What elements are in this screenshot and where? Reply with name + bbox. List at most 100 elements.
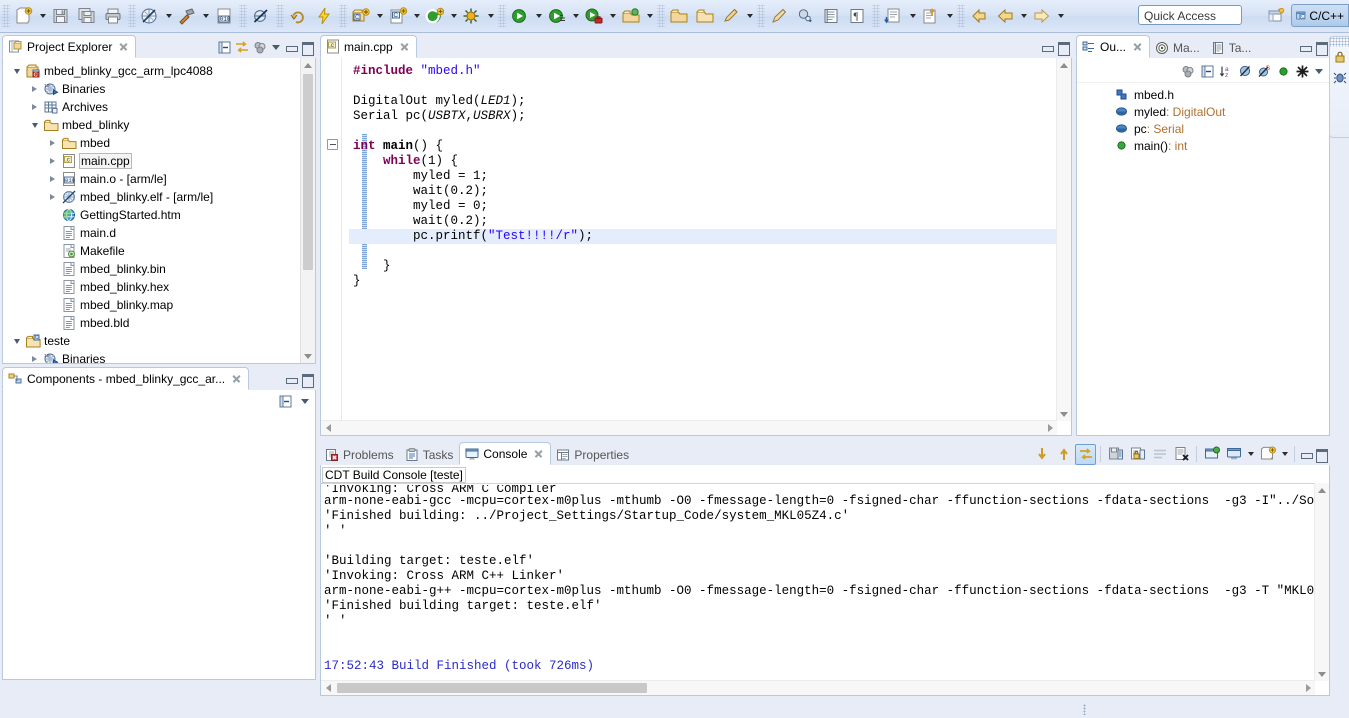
tab-components[interactable]: Components - mbed_blinky_gcc_ar... [2, 367, 250, 390]
wrap-lines-icon[interactable] [1149, 444, 1170, 465]
minimize-icon[interactable] [284, 372, 298, 386]
outline-item[interactable]: main() : int [1077, 137, 1329, 154]
code-line[interactable]: wait(0.2); [349, 214, 1057, 229]
tree-twisty[interactable] [45, 153, 60, 169]
fast-view-grip-icon[interactable] [1077, 702, 1091, 716]
book-icon[interactable] [818, 3, 844, 29]
outline-list[interactable]: mbed.h myled : DigitalOut pc : Serial main(… [1077, 83, 1329, 154]
tree-twisty[interactable] [45, 135, 60, 151]
project-tree[interactable]: Cmbed_blinky_gcc_arm_lpc4088 10 Binaries Ar… [3, 58, 315, 363]
new-file-icon-dropdown[interactable] [37, 4, 48, 28]
new-c-folder-icon[interactable]: C [385, 3, 411, 29]
new-console-icon[interactable] [1257, 444, 1278, 465]
tree-twisty[interactable] [45, 189, 60, 205]
perspective-cpp-button[interactable]: C C/C++ [1291, 4, 1349, 27]
sort-alpha-icon[interactable]: a z [1218, 63, 1234, 79]
toolbar-grip[interactable] [239, 5, 247, 27]
tab-main-cpp[interactable]: .c main.cpp [320, 35, 417, 58]
minimize-icon[interactable] [1298, 40, 1312, 54]
hammer-build-icon[interactable] [174, 3, 200, 29]
tree-item[interactable]: 010 main.o - [arm/le] [3, 170, 315, 188]
binary-icon[interactable]: 010 [211, 3, 237, 29]
code-line[interactable]: myled = 0; [349, 199, 1057, 214]
paragraph-icon[interactable]: ¶ [844, 3, 870, 29]
tab-console[interactable]: Console [459, 442, 552, 465]
new-c-project-icon-dropdown[interactable] [374, 4, 385, 28]
tree-twisty[interactable] [27, 81, 42, 97]
toolbar-grip[interactable] [276, 5, 284, 27]
tree-twisty[interactable] [45, 315, 60, 331]
collapse-all-icon[interactable] [277, 393, 293, 409]
code-line[interactable] [349, 124, 1057, 139]
code-line[interactable]: while(1) { [349, 154, 1057, 169]
save-console-icon[interactable] [1105, 444, 1126, 465]
code-line[interactable]: } [349, 274, 1057, 289]
clear-console-icon[interactable] [1171, 444, 1192, 465]
console-vertical-scrollbar[interactable] [1314, 483, 1329, 681]
new-class-icon[interactable] [459, 3, 485, 29]
scrollbar-thumb[interactable] [303, 74, 313, 270]
new-console-icon-dropdown[interactable] [1279, 445, 1290, 464]
code-line[interactable]: int main() { [349, 139, 1057, 154]
toolbar-grip[interactable] [498, 5, 506, 27]
minimize-icon[interactable] [1299, 447, 1313, 461]
display-console-icon-dropdown[interactable] [1245, 445, 1256, 464]
hide-nonpublic-icon[interactable] [1275, 63, 1291, 79]
collapse-all-icon[interactable] [216, 39, 232, 55]
close-icon[interactable] [231, 373, 242, 384]
tab-ma[interactable]: Ma... [1150, 37, 1206, 58]
maximize-icon[interactable] [300, 372, 314, 388]
minimize-icon[interactable] [1040, 40, 1054, 54]
tab-tasks[interactable]: Tasks [400, 444, 460, 465]
close-icon[interactable] [399, 41, 410, 52]
editor-horizontal-scrollbar[interactable] [321, 420, 1057, 435]
build-all-icon[interactable] [137, 3, 163, 29]
tree-twisty[interactable] [45, 243, 60, 259]
code-line[interactable]: Serial pc(USBTX,USBRX); [349, 109, 1057, 124]
debug-bug-icon[interactable] [507, 3, 533, 29]
scroll-down-icon[interactable] [301, 349, 315, 363]
tree-twisty[interactable] [27, 117, 42, 133]
new-c-project-icon[interactable]: C [348, 3, 374, 29]
tree-item[interactable]: main.d [3, 224, 315, 242]
tree-twisty[interactable] [45, 297, 60, 313]
pin-console-icon[interactable] [1075, 443, 1096, 465]
code-line[interactable]: wait(0.2); [349, 184, 1057, 199]
scroll-up-icon[interactable] [1315, 483, 1329, 497]
next-annotation-icon-dropdown[interactable] [907, 4, 918, 28]
outline-item[interactable]: pc : Serial [1077, 120, 1329, 137]
tree-item[interactable]: Makefile [3, 242, 315, 260]
scroll-right-icon[interactable] [1301, 681, 1315, 695]
run-icon-dropdown[interactable] [570, 4, 581, 28]
skip-breakpoints-icon[interactable] [248, 3, 274, 29]
run-config-icon-dropdown[interactable] [607, 4, 618, 28]
next-annotation-icon[interactable] [881, 3, 907, 29]
tab-ta[interactable]: Ta... [1206, 37, 1258, 58]
code-editor[interactable]: #include "mbed.h" DigitalOut myled(LED1)… [321, 58, 1057, 421]
view-menu-filters-icon[interactable] [252, 39, 268, 55]
maximize-icon[interactable] [300, 40, 314, 56]
scroll-down-icon[interactable] [1315, 667, 1329, 681]
display-console-icon[interactable] [1223, 444, 1244, 465]
scroll-up-icon[interactable] [1057, 58, 1071, 72]
hide-macros-icon[interactable] [1294, 63, 1310, 79]
code-line[interactable] [349, 79, 1057, 94]
debug-view-icon[interactable] [1330, 67, 1349, 87]
toolbar-grip[interactable] [128, 5, 136, 27]
save-icon[interactable] [48, 3, 74, 29]
collapse-all-icon[interactable] [1199, 63, 1215, 79]
tree-item[interactable]: mbed_blinky.bin [3, 260, 315, 278]
maximize-icon[interactable] [1314, 447, 1328, 463]
tree-twisty[interactable] [45, 207, 60, 223]
toolbar-grip[interactable] [2, 5, 10, 27]
tree-twisty[interactable] [45, 279, 60, 295]
outline-item[interactable]: mbed.h [1077, 86, 1329, 103]
view-menu-icon[interactable] [1313, 64, 1325, 78]
scrollbar-thumb[interactable] [337, 683, 647, 693]
forward-icon-dropdown[interactable] [1055, 4, 1066, 28]
run-icon[interactable] [544, 3, 570, 29]
tab-properties[interactable]: Properties [551, 444, 635, 465]
code-line[interactable]: pc.printf("Test!!!!/r"); [349, 229, 1057, 244]
code-line[interactable]: myled = 1; [349, 169, 1057, 184]
new-file-icon[interactable] [11, 3, 37, 29]
